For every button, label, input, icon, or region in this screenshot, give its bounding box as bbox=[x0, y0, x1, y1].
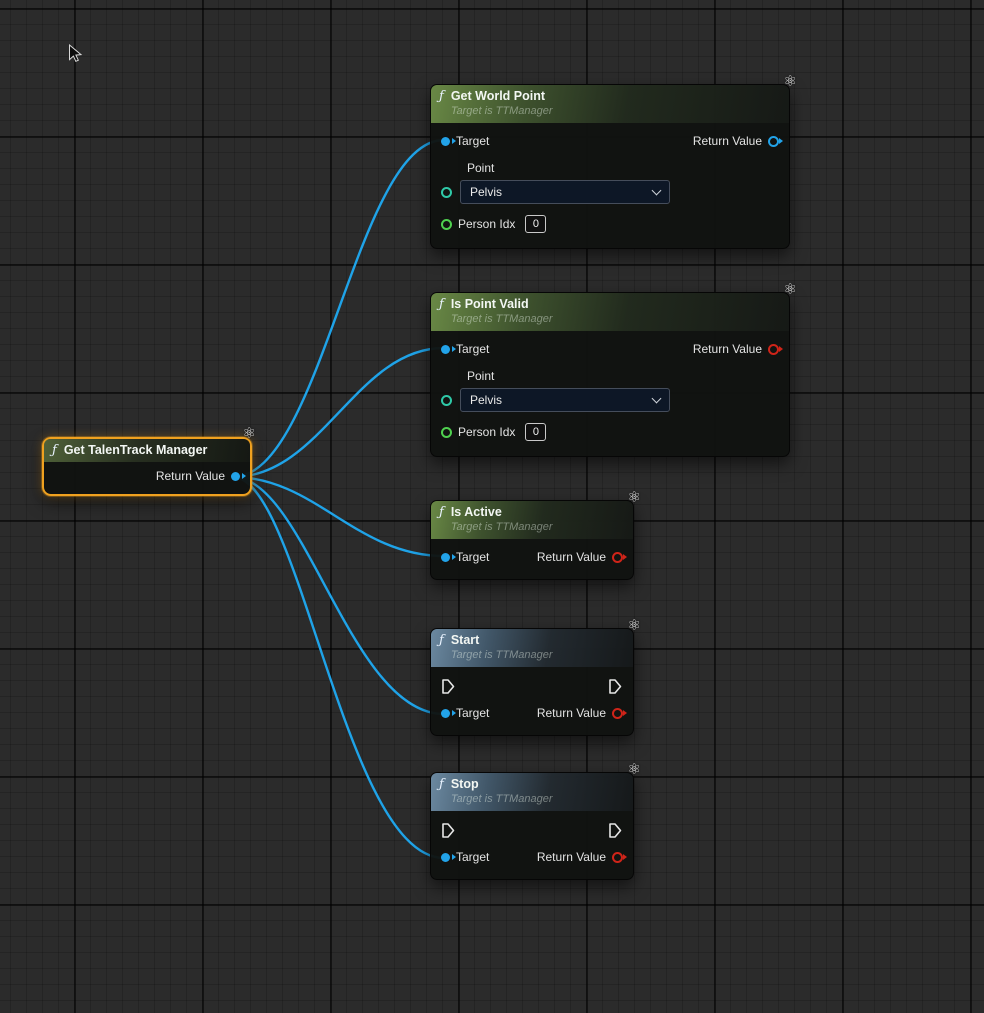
return-value-output-pin[interactable] bbox=[612, 708, 623, 719]
point-pin-label: Point bbox=[467, 161, 779, 175]
node-header[interactable]: ƒ Start Target is TTManager bbox=[431, 629, 633, 667]
node-subtitle: Target is TTManager bbox=[451, 521, 553, 534]
target-input-pin[interactable] bbox=[441, 137, 450, 146]
atom-icon: ⚛ bbox=[628, 618, 641, 633]
target-pin-label: Target bbox=[456, 706, 489, 720]
function-icon: ƒ bbox=[52, 443, 57, 458]
node-title: Get TalenTrack Manager bbox=[64, 443, 208, 458]
node-get-talentrack-manager[interactable]: ⚛ ƒ Get TalenTrack Manager Return Value bbox=[42, 437, 252, 496]
exec-output-pin[interactable] bbox=[609, 679, 622, 694]
node-get-world-point[interactable]: ⚛ ƒ Get World Point Target is TTManager … bbox=[430, 84, 790, 249]
target-pin-label: Target bbox=[456, 550, 489, 564]
return-value-pin-label: Return Value bbox=[693, 342, 762, 356]
point-input-pin[interactable] bbox=[441, 395, 452, 406]
target-pin-label: Target bbox=[456, 134, 489, 148]
point-enum-dropdown[interactable]: Pelvis bbox=[460, 388, 670, 412]
target-input-pin[interactable] bbox=[441, 709, 450, 718]
function-icon: ƒ bbox=[439, 297, 444, 312]
return-value-pin-label: Return Value bbox=[693, 134, 762, 148]
atom-icon: ⚛ bbox=[628, 762, 641, 777]
person-idx-pin-label: Person Idx bbox=[458, 425, 515, 439]
node-start[interactable]: ⚛ ƒ Start Target is TTManager Target Ret… bbox=[430, 628, 634, 736]
target-input-pin[interactable] bbox=[441, 553, 450, 562]
wire-to-is-point-valid[interactable] bbox=[233, 348, 444, 477]
wire-to-get-world-point[interactable] bbox=[233, 140, 444, 477]
point-enum-value: Pelvis bbox=[470, 393, 502, 407]
return-value-pin-label: Return Value bbox=[537, 706, 606, 720]
mouse-cursor bbox=[68, 44, 84, 64]
node-title: Is Active bbox=[451, 505, 553, 520]
wire-to-is-active[interactable] bbox=[233, 477, 444, 556]
exec-input-pin[interactable] bbox=[442, 823, 455, 838]
return-value-pin-label: Return Value bbox=[537, 850, 606, 864]
node-title: Stop bbox=[451, 777, 553, 792]
person-idx-input[interactable]: 0 bbox=[525, 423, 546, 441]
target-pin-label: Target bbox=[456, 342, 489, 356]
node-subtitle: Target is TTManager bbox=[451, 793, 553, 806]
node-is-point-valid[interactable]: ⚛ ƒ Is Point Valid Target is TTManager T… bbox=[430, 292, 790, 457]
target-input-pin[interactable] bbox=[441, 853, 450, 862]
person-idx-input-pin[interactable] bbox=[441, 427, 452, 438]
chevron-down-icon bbox=[652, 186, 662, 196]
person-idx-input[interactable]: 0 bbox=[525, 215, 546, 233]
point-input-pin[interactable] bbox=[441, 187, 452, 198]
node-header[interactable]: ƒ Get World Point Target is TTManager bbox=[431, 85, 789, 123]
return-value-output-pin[interactable] bbox=[768, 136, 779, 147]
node-title: Get World Point bbox=[451, 89, 553, 104]
node-is-active[interactable]: ⚛ ƒ Is Active Target is TTManager Target… bbox=[430, 500, 634, 580]
node-subtitle: Target is TTManager bbox=[451, 313, 553, 326]
node-subtitle: Target is TTManager bbox=[451, 649, 553, 662]
person-idx-pin-label: Person Idx bbox=[458, 217, 515, 231]
node-header[interactable]: ƒ Is Active Target is TTManager bbox=[431, 501, 633, 539]
node-header[interactable]: ƒ Stop Target is TTManager bbox=[431, 773, 633, 811]
atom-icon: ⚛ bbox=[784, 74, 797, 89]
return-value-output-pin[interactable] bbox=[612, 852, 623, 863]
node-subtitle: Target is TTManager bbox=[451, 105, 553, 118]
target-pin-label: Target bbox=[456, 850, 489, 864]
node-header[interactable]: ƒ Is Point Valid Target is TTManager bbox=[431, 293, 789, 331]
return-value-pin-label: Return Value bbox=[537, 550, 606, 564]
wire-to-stop[interactable] bbox=[233, 477, 444, 858]
target-input-pin[interactable] bbox=[441, 345, 450, 354]
point-enum-dropdown[interactable]: Pelvis bbox=[460, 180, 670, 204]
wire-to-start[interactable] bbox=[233, 477, 444, 714]
exec-input-pin[interactable] bbox=[442, 679, 455, 694]
node-header[interactable]: ƒ Get TalenTrack Manager bbox=[44, 439, 250, 462]
function-icon: ƒ bbox=[439, 89, 444, 104]
point-pin-label: Point bbox=[467, 369, 779, 383]
return-value-output-pin[interactable] bbox=[231, 472, 240, 481]
return-value-pin-label: Return Value bbox=[156, 469, 225, 483]
node-title: Is Point Valid bbox=[451, 297, 553, 312]
function-icon: ƒ bbox=[439, 505, 444, 520]
return-value-output-pin[interactable] bbox=[768, 344, 779, 355]
blueprint-graph-canvas[interactable]: ⚛ ƒ Get World Point Target is TTManager … bbox=[0, 0, 984, 1013]
return-value-output-pin[interactable] bbox=[612, 552, 623, 563]
atom-icon: ⚛ bbox=[243, 426, 256, 441]
function-icon: ƒ bbox=[439, 777, 444, 792]
atom-icon: ⚛ bbox=[628, 490, 641, 505]
chevron-down-icon bbox=[652, 394, 662, 404]
exec-output-pin[interactable] bbox=[609, 823, 622, 838]
node-stop[interactable]: ⚛ ƒ Stop Target is TTManager Target Retu… bbox=[430, 772, 634, 880]
point-enum-value: Pelvis bbox=[470, 185, 502, 199]
node-title: Start bbox=[451, 633, 553, 648]
atom-icon: ⚛ bbox=[784, 282, 797, 297]
person-idx-input-pin[interactable] bbox=[441, 219, 452, 230]
function-icon: ƒ bbox=[439, 633, 444, 648]
